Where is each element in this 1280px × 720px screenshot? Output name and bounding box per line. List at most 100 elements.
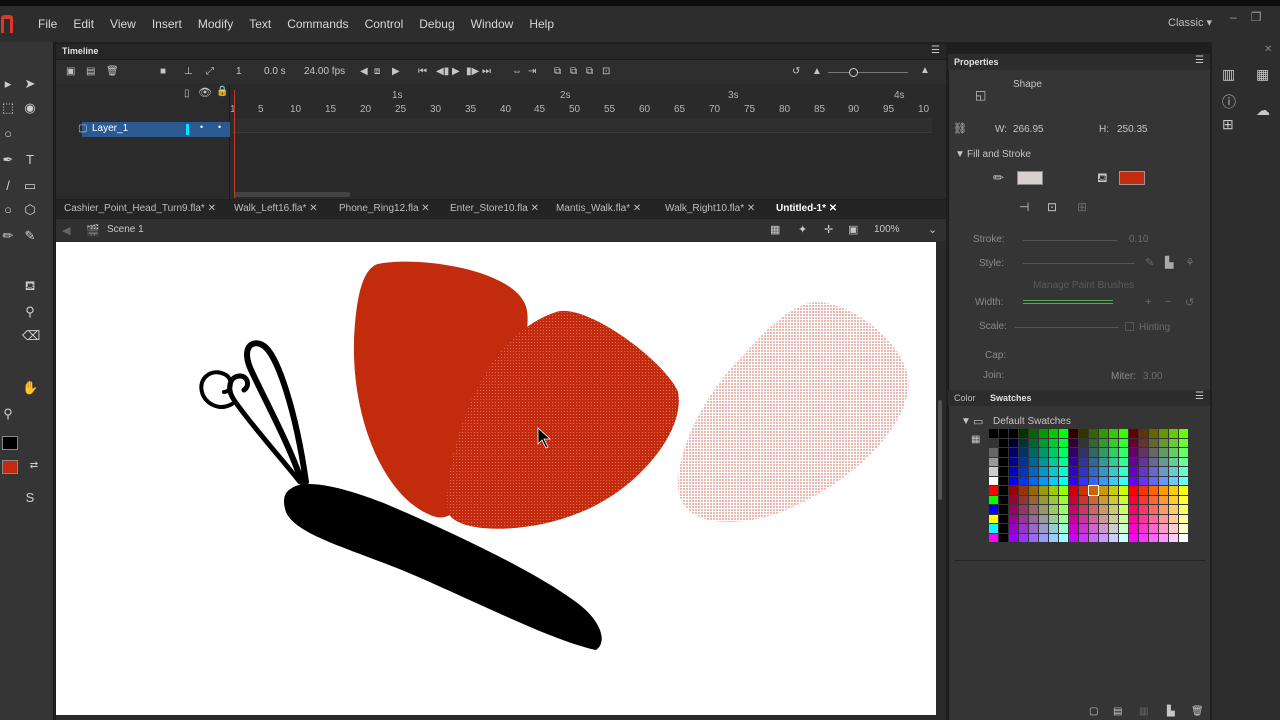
scale-dropdown[interactable]	[1015, 327, 1119, 328]
swatch-cell[interactable]	[1169, 533, 1178, 542]
swatch-cell[interactable]	[1079, 514, 1088, 523]
swatch-cell[interactable]	[1029, 486, 1038, 495]
menu-help[interactable]: Help	[521, 17, 562, 31]
stroke-color-picker[interactable]	[1017, 171, 1043, 185]
swatch-cell[interactable]	[1079, 524, 1088, 533]
menu-file[interactable]: File	[30, 17, 65, 31]
swatch-cell[interactable]	[1089, 429, 1098, 438]
swatch-cell[interactable]	[1129, 486, 1138, 495]
delete-swatch-icon[interactable]: 🗑	[1191, 706, 1204, 717]
selection-tool-icon[interactable]: ➤	[22, 76, 38, 92]
swatch-cell[interactable]	[1139, 486, 1148, 495]
fill-color-swatch[interactable]	[2, 460, 18, 474]
swatch-cell[interactable]	[989, 505, 998, 514]
swatch-cell[interactable]	[1139, 457, 1148, 466]
swatch-cell[interactable]	[1109, 505, 1118, 514]
swatch-cell[interactable]	[1129, 533, 1138, 542]
doc-tab[interactable]: Phone_Ring12.fla ✕	[339, 203, 430, 214]
swatch-cell[interactable]	[1079, 476, 1088, 485]
swatch-cell[interactable]	[1069, 495, 1078, 504]
swatch-cell[interactable]	[1069, 533, 1078, 542]
swatch-cell[interactable]	[1159, 486, 1168, 495]
swatch-cell[interactable]	[1169, 514, 1178, 523]
swatch-cell[interactable]	[1059, 514, 1068, 523]
paint-bucket-icon[interactable]: ⛾	[22, 278, 38, 294]
marker-icon[interactable]: ⧈	[374, 66, 380, 77]
remove-width-icon[interactable]: −	[1165, 296, 1171, 308]
new-folder-icon[interactable]: ▤	[1113, 706, 1122, 717]
swatch-cell[interactable]	[1069, 467, 1078, 476]
swatch-cell[interactable]	[1129, 514, 1138, 523]
menu-edit[interactable]: Edit	[65, 17, 102, 31]
swatch-cell[interactable]	[1059, 467, 1068, 476]
oval-tool-icon[interactable]: ○	[0, 202, 16, 218]
swatch-cell[interactable]	[1009, 448, 1018, 457]
gradient-icon[interactable]: ⬚	[0, 100, 16, 116]
lock-dot-icon[interactable]: •	[218, 122, 221, 132]
swatch-cell[interactable]	[1109, 438, 1118, 447]
swatch-cell[interactable]	[1099, 476, 1108, 485]
swatch-cell[interactable]	[1169, 524, 1178, 533]
text-tool-icon[interactable]: T	[22, 152, 38, 168]
swatch-cell[interactable]	[999, 476, 1008, 485]
swatch-cell[interactable]	[1039, 438, 1048, 447]
swatch-cell[interactable]	[1099, 438, 1108, 447]
swatch-cell[interactable]	[1099, 505, 1108, 514]
stage[interactable]	[56, 242, 936, 715]
swatch-cell[interactable]	[1009, 476, 1018, 485]
swatch-grid[interactable]	[989, 429, 1191, 547]
menu-insert[interactable]: Insert	[144, 17, 190, 31]
polystar-icon[interactable]: ⬡	[22, 202, 38, 218]
swatch-cell[interactable]	[1099, 457, 1108, 466]
swatch-cell[interactable]	[999, 486, 1008, 495]
swatch-cell[interactable]	[1019, 457, 1028, 466]
swatch-cell[interactable]	[1129, 524, 1138, 533]
new-folder-icon[interactable]: ▤	[86, 66, 95, 77]
collapse-arrow-icon[interactable]: ▼	[961, 416, 971, 427]
swatch-cell[interactable]	[1109, 486, 1118, 495]
frame-rate[interactable]: 24.00 fps	[304, 66, 345, 77]
menu-text[interactable]: Text	[241, 17, 279, 31]
edit-scene-icon[interactable]: ▦	[770, 223, 780, 236]
swatch-cell[interactable]	[1179, 429, 1188, 438]
swatch-cell[interactable]	[1119, 514, 1128, 523]
swatch-cell[interactable]	[1159, 467, 1168, 476]
swatch-cell[interactable]	[1059, 429, 1068, 438]
swatch-cell[interactable]	[1149, 448, 1158, 457]
swatch-cell[interactable]	[1139, 429, 1148, 438]
swatch-cell[interactable]	[1169, 476, 1178, 485]
swatch-cell[interactable]	[1109, 429, 1118, 438]
swatch-cell[interactable]	[1129, 448, 1138, 457]
show-hide-all-icon[interactable]: 👁	[198, 86, 212, 99]
panel-menu-icon[interactable]: ☰	[931, 45, 940, 56]
swatch-cell[interactable]	[1009, 524, 1018, 533]
zoom-tool-icon[interactable]: ⚲	[0, 406, 16, 422]
doc-tab[interactable]: Walk_Right10.fla* ✕	[665, 203, 755, 214]
swatch-cell[interactable]	[1049, 448, 1058, 457]
width-profile-dropdown[interactable]	[1023, 300, 1113, 304]
swatch-cell[interactable]	[999, 524, 1008, 533]
swatch-cell[interactable]	[1129, 438, 1138, 447]
zoom-level[interactable]: 100%	[874, 224, 900, 235]
swatch-cell[interactable]	[1139, 467, 1148, 476]
swatch-cell[interactable]	[1149, 495, 1158, 504]
swatch-cell[interactable]	[1139, 476, 1148, 485]
line-tool-icon[interactable]: /	[0, 178, 16, 194]
swatch-cell[interactable]	[1179, 495, 1188, 504]
stage-scrollbar[interactable]	[938, 400, 942, 500]
swatch-cell[interactable]	[1099, 467, 1108, 476]
swatch-cell[interactable]	[1169, 429, 1178, 438]
onion-outline-icon[interactable]: ⧉	[570, 66, 577, 77]
swatch-cell[interactable]	[1029, 448, 1038, 457]
swatch-cell[interactable]	[999, 505, 1008, 514]
swatch-cell[interactable]	[1129, 505, 1138, 514]
center-stage-icon[interactable]: ✛	[824, 223, 833, 236]
stroke-slider[interactable]	[1023, 240, 1117, 241]
swatch-cell[interactable]	[1159, 514, 1168, 523]
swatch-cell[interactable]	[1109, 495, 1118, 504]
fill-stroke-header[interactable]: Fill and Stroke	[967, 149, 1031, 160]
swatch-cell[interactable]	[1089, 505, 1098, 514]
swatch-cell[interactable]	[1019, 429, 1028, 438]
menu-control[interactable]: Control	[357, 17, 412, 31]
swatch-cell[interactable]	[1099, 533, 1108, 542]
